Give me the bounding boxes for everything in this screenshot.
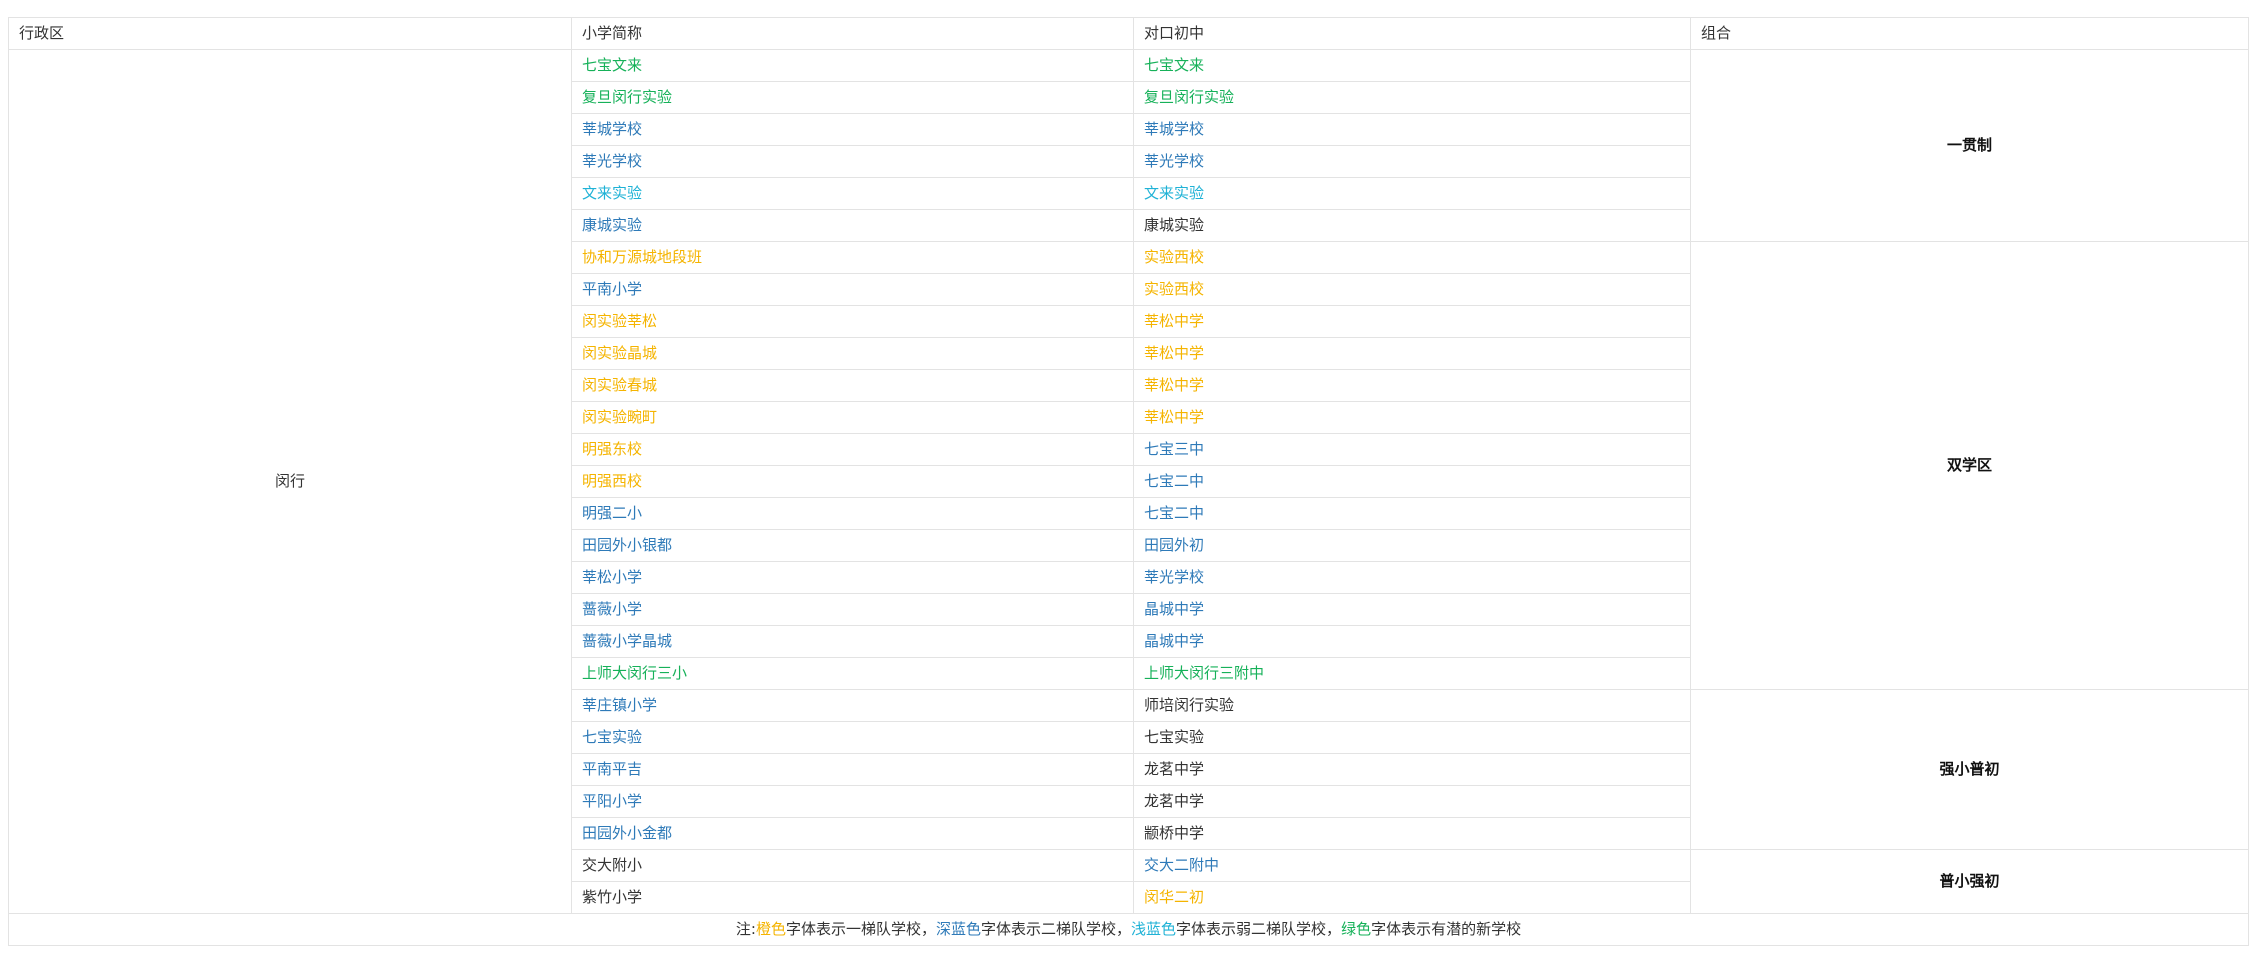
header-district: 行政区 xyxy=(8,17,572,50)
primary-school-cell: 明强东校 xyxy=(571,433,1134,466)
middle-school-cell: 田园外初 xyxy=(1133,529,1691,562)
school-table-container: 行政区 小学简称 对口初中 组合 闵行 七宝文来 七宝文来 一贯制 复旦闵行实验 复旦闵行… xyxy=(8,17,2249,946)
middle-school-cell: 实验西校 xyxy=(1133,273,1691,306)
primary-school-cell: 蔷薇小学 xyxy=(571,593,1134,626)
header-primary-school: 小学简称 xyxy=(571,17,1134,50)
middle-school-cell: 文来实验 xyxy=(1133,177,1691,210)
primary-school-cell: 七宝实验 xyxy=(571,721,1134,754)
note-dark-blue-text: 字体表示二梯队学校， xyxy=(981,920,1132,938)
note-orange-word: 橙色 xyxy=(755,920,786,938)
primary-school-cell: 田园外小金都 xyxy=(571,817,1134,850)
group-cell: 双学区 xyxy=(1690,241,2249,690)
middle-school-cell: 复旦闵行实验 xyxy=(1133,81,1691,114)
middle-school-cell: 颛桥中学 xyxy=(1133,817,1691,850)
school-table: 行政区 小学简称 对口初中 组合 闵行 七宝文来 七宝文来 一贯制 复旦闵行实验 复旦闵行… xyxy=(8,17,2249,946)
middle-school-cell: 七宝二中 xyxy=(1133,465,1691,498)
district-cell: 闵行 xyxy=(8,49,572,914)
primary-school-cell: 明强西校 xyxy=(571,465,1134,498)
middle-school-cell: 晶城中学 xyxy=(1133,593,1691,626)
primary-school-cell: 明强二小 xyxy=(571,497,1134,530)
middle-school-cell: 莘松中学 xyxy=(1133,305,1691,338)
middle-school-cell: 莘松中学 xyxy=(1133,337,1691,370)
middle-school-cell: 康城实验 xyxy=(1133,209,1691,242)
primary-school-cell: 上师大闵行三小 xyxy=(571,657,1134,690)
middle-school-cell: 七宝实验 xyxy=(1133,721,1691,754)
note-light-blue-word: 浅蓝色 xyxy=(1131,920,1177,938)
primary-school-cell: 闵实验畹町 xyxy=(571,401,1134,434)
primary-school-cell: 平南小学 xyxy=(571,273,1134,306)
middle-school-cell: 上师大闵行三附中 xyxy=(1133,657,1691,690)
note-green-word: 绿色 xyxy=(1341,920,1372,938)
primary-school-cell: 闵实验晶城 xyxy=(571,337,1134,370)
header-row: 行政区 小学简称 对口初中 组合 xyxy=(8,17,2249,50)
primary-school-cell: 平阳小学 xyxy=(571,785,1134,818)
group-cell: 一贯制 xyxy=(1690,49,2249,242)
note-row: 注:橙色字体表示一梯队学校，深蓝色字体表示二梯队学校，浅蓝色字体表示弱二梯队学校… xyxy=(8,913,2249,946)
middle-school-cell: 莘城学校 xyxy=(1133,113,1691,146)
primary-school-cell: 康城实验 xyxy=(571,209,1134,242)
primary-school-cell: 闵实验莘松 xyxy=(571,305,1134,338)
middle-school-cell: 莘松中学 xyxy=(1133,401,1691,434)
table-row: 闵行 七宝文来 七宝文来 一贯制 xyxy=(8,49,2249,914)
middle-school-cell: 七宝三中 xyxy=(1133,433,1691,466)
middle-school-cell: 莘光学校 xyxy=(1133,145,1691,178)
note-cell: 注:橙色字体表示一梯队学校，深蓝色字体表示二梯队学校，浅蓝色字体表示弱二梯队学校… xyxy=(8,913,2249,946)
middle-school-cell: 闵华二初 xyxy=(1133,881,1691,914)
primary-school-cell: 莘松小学 xyxy=(571,561,1134,594)
primary-school-cell: 莘城学校 xyxy=(571,113,1134,146)
primary-school-cell: 复旦闵行实验 xyxy=(571,81,1134,114)
primary-school-cell: 莘庄镇小学 xyxy=(571,689,1134,722)
middle-school-cell: 龙茗中学 xyxy=(1133,753,1691,786)
middle-school-cell: 龙茗中学 xyxy=(1133,785,1691,818)
primary-school-cell: 协和万源城地段班 xyxy=(571,241,1134,274)
middle-school-cell: 交大二附中 xyxy=(1133,849,1691,882)
header-middle-school: 对口初中 xyxy=(1133,17,1691,50)
middle-school-cell: 实验西校 xyxy=(1133,241,1691,274)
primary-school-cell: 平南平吉 xyxy=(571,753,1134,786)
middle-school-cell: 莘光学校 xyxy=(1133,561,1691,594)
middle-school-cell: 七宝文来 xyxy=(1133,49,1691,82)
primary-school-cell: 田园外小银都 xyxy=(571,529,1134,562)
primary-school-cell: 交大附小 xyxy=(571,849,1134,882)
primary-school-cell: 蔷薇小学晶城 xyxy=(571,625,1134,658)
middle-school-cell: 莘松中学 xyxy=(1133,369,1691,402)
table-body: 闵行 七宝文来 七宝文来 一贯制 复旦闵行实验 复旦闵行实验 莘城学校 莘城学校 莘光学校 莘光学… xyxy=(8,49,2249,914)
header-group: 组合 xyxy=(1690,17,2249,50)
middle-school-cell: 晶城中学 xyxy=(1133,625,1691,658)
group-cell: 普小强初 xyxy=(1690,849,2249,914)
primary-school-cell: 紫竹小学 xyxy=(571,881,1134,914)
note-orange-text: 字体表示一梯队学校， xyxy=(785,920,936,938)
primary-school-cell: 闵实验春城 xyxy=(571,369,1134,402)
note-dark-blue-word: 深蓝色 xyxy=(936,920,982,938)
note-light-blue-text: 字体表示弱二梯队学校， xyxy=(1176,920,1342,938)
primary-school-cell: 莘光学校 xyxy=(571,145,1134,178)
middle-school-cell: 七宝二中 xyxy=(1133,497,1691,530)
group-cell: 强小普初 xyxy=(1690,689,2249,850)
note-green-text: 字体表示有潜的新学校 xyxy=(1371,920,1522,938)
middle-school-cell: 师培闵行实验 xyxy=(1133,689,1691,722)
note-prefix: 注: xyxy=(735,920,756,938)
primary-school-cell: 七宝文来 xyxy=(571,49,1134,82)
primary-school-cell: 文来实验 xyxy=(571,177,1134,210)
